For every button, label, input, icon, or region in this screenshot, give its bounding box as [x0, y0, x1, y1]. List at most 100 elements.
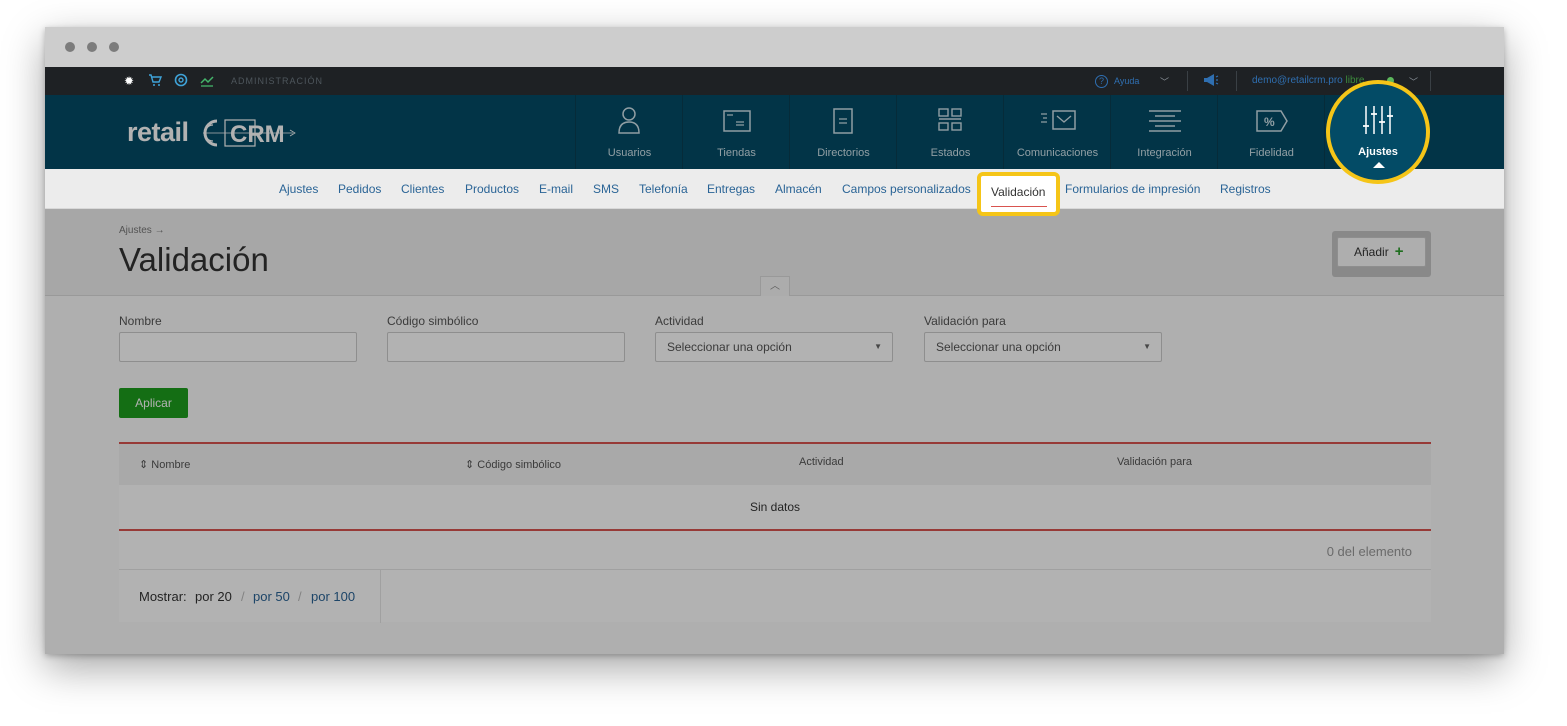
separator: / — [298, 589, 302, 604]
subnav-campos-personalizados[interactable]: Campos personalizados — [842, 182, 971, 196]
collapse-filters-toggle[interactable]: ︿ — [760, 276, 790, 296]
admin-topbar: ✹ ADMINISTRACIÓN ? Ayuda ﹀ demo@retailcrm… — [45, 67, 1504, 95]
column-header-codigo[interactable]: ⇕ Código simbólico — [465, 458, 561, 471]
statuses-icon — [938, 108, 962, 131]
admin-label: ADMINISTRACIÓN — [231, 76, 324, 86]
analytics-icon[interactable] — [199, 73, 215, 89]
page-title: Validación — [119, 241, 269, 278]
table-header: ⇕ Nombre ⇕ Código simbólico Actividad Va… — [119, 442, 1431, 485]
main-header: retail CRM Usuarios Tiendas Directorios — [45, 95, 1504, 169]
code-filter-input[interactable] — [387, 332, 625, 362]
table-footer: Mostrar: por 20 / por 50 / por 100 — [119, 569, 1431, 623]
empty-row: Sin datos — [119, 485, 1431, 531]
chevron-down-icon[interactable]: ﹀ — [1409, 75, 1418, 88]
subnav-productos[interactable]: Productos — [465, 182, 519, 196]
user-icon — [618, 107, 640, 134]
page-header: Ajustes → Validación Añadir + ︿ — [45, 209, 1504, 296]
subnav-clientes[interactable]: Clientes — [401, 182, 444, 196]
megaphone-icon[interactable] — [1203, 73, 1219, 90]
validation-table: ⇕ Nombre ⇕ Código simbólico Actividad Va… — [119, 442, 1431, 623]
topbar-divider — [1430, 71, 1431, 91]
help-label: Ayuda — [1114, 76, 1140, 86]
nav-tiendas[interactable]: Tiendas — [682, 95, 789, 169]
caret-down-icon: ▼ — [874, 342, 882, 351]
window-titlebar — [45, 27, 1504, 67]
caret-down-icon: ▼ — [1143, 342, 1151, 351]
column-header-actividad: Actividad — [799, 456, 844, 468]
nav-fidelidad[interactable]: % Fidelidad — [1217, 95, 1324, 169]
apply-button[interactable]: Aplicar — [119, 388, 188, 418]
validation-for-select-value: Seleccionar una opción — [936, 340, 1061, 354]
name-filter-input[interactable] — [119, 332, 357, 362]
validation-for-filter-select[interactable]: Seleccionar una opción ▼ — [924, 332, 1162, 362]
subnav-validacion: Validación — [991, 185, 1046, 199]
code-filter-label: Código simbólico — [387, 314, 479, 328]
active-caret — [1373, 162, 1385, 168]
per-page-20: por 20 — [195, 589, 232, 604]
svg-text:%: % — [1264, 115, 1275, 129]
help-menu[interactable]: ? Ayuda — [1095, 73, 1139, 89]
activity-filter-select[interactable]: Seleccionar una opción ▼ — [655, 332, 893, 362]
nav-label: Estados — [930, 147, 971, 159]
sort-icon: ⇕ — [139, 459, 149, 471]
cart-icon[interactable] — [147, 73, 163, 89]
subnav-registros[interactable]: Registros — [1220, 182, 1271, 196]
chevron-down-icon[interactable]: ﹀ — [1160, 75, 1169, 88]
filter-panel: Nombre Código simbólico Actividad Selecc… — [45, 296, 1504, 654]
add-button-label: Añadir — [1354, 245, 1389, 259]
subnav-almacen[interactable]: Almacén — [775, 182, 822, 196]
communications-icon — [1041, 110, 1076, 130]
window-maximize-dot[interactable] — [109, 42, 119, 52]
user-menu[interactable]: demo@retailcrm.pro libre — [1252, 75, 1364, 86]
nav-ajustes-highlight[interactable]: Ajustes — [1326, 80, 1430, 184]
name-filter-label: Nombre — [119, 314, 162, 328]
active-underline — [991, 206, 1047, 207]
column-header-validacion-para: Validación para — [1117, 456, 1193, 468]
nav-integracion[interactable]: Integración — [1110, 95, 1217, 169]
footer-divider — [380, 570, 381, 623]
user-email: demo@retailcrm.pro — [1252, 75, 1343, 86]
per-page-100[interactable]: por 100 — [311, 589, 355, 604]
column-label: Nombre — [151, 459, 191, 471]
directory-icon — [833, 108, 853, 134]
breadcrumb[interactable]: Ajustes → — [119, 225, 165, 236]
window-close-dot[interactable] — [65, 42, 75, 52]
validation-for-filter-label: Validación para — [924, 314, 1006, 328]
separator: / — [241, 589, 245, 604]
nav-comunicaciones[interactable]: Comunicaciones — [1003, 95, 1110, 169]
logo-retail-text: retail — [127, 117, 189, 147]
subnav-pedidos[interactable]: Pedidos — [338, 182, 381, 196]
add-button-wrap: Añadir + — [1332, 231, 1431, 277]
window-minimize-dot[interactable] — [87, 42, 97, 52]
gear-icon[interactable]: ✹ — [121, 73, 137, 89]
subnav-validacion-active[interactable]: Validación — [977, 172, 1060, 216]
nav-label: Ajustes — [1358, 146, 1398, 158]
nav-directorios[interactable]: Directorios — [789, 95, 896, 169]
activity-filter-label: Actividad — [655, 314, 704, 328]
add-button[interactable]: Añadir + — [1337, 237, 1426, 267]
plus-icon: + — [1394, 243, 1404, 260]
nav-usuarios[interactable]: Usuarios — [575, 95, 682, 169]
nav-estados[interactable]: Estados — [896, 95, 1003, 169]
logo-crm-mark: CRM — [203, 119, 296, 148]
subnav-formularios[interactable]: Formularios de impresión — [1065, 182, 1200, 196]
nav-label: Integración — [1137, 147, 1192, 159]
per-page-50[interactable]: por 50 — [253, 589, 290, 604]
support-icon[interactable] — [173, 73, 189, 89]
subnav-telefonia[interactable]: Telefonía — [639, 182, 688, 196]
column-label: Código simbólico — [477, 459, 562, 471]
nav-label: Directorios — [817, 147, 870, 159]
per-page-label: Mostrar: — [139, 589, 187, 604]
nav-label: Fidelidad — [1249, 147, 1294, 159]
settings-subnav: Ajustes Pedidos Clientes Productos E-mai… — [45, 169, 1504, 216]
subnav-sms[interactable]: SMS — [593, 182, 619, 196]
settings-sliders-icon — [1363, 106, 1393, 134]
nav-label: Tiendas — [717, 147, 756, 159]
question-icon: ? — [1095, 75, 1108, 88]
nav-label: Comunicaciones — [1016, 147, 1099, 159]
subnav-ajustes[interactable]: Ajustes — [279, 182, 318, 196]
column-header-nombre[interactable]: ⇕ Nombre — [139, 458, 190, 471]
subnav-entregas[interactable]: Entregas — [707, 182, 755, 196]
subnav-email[interactable]: E-mail — [539, 182, 573, 196]
loyalty-icon: % — [1256, 110, 1288, 132]
